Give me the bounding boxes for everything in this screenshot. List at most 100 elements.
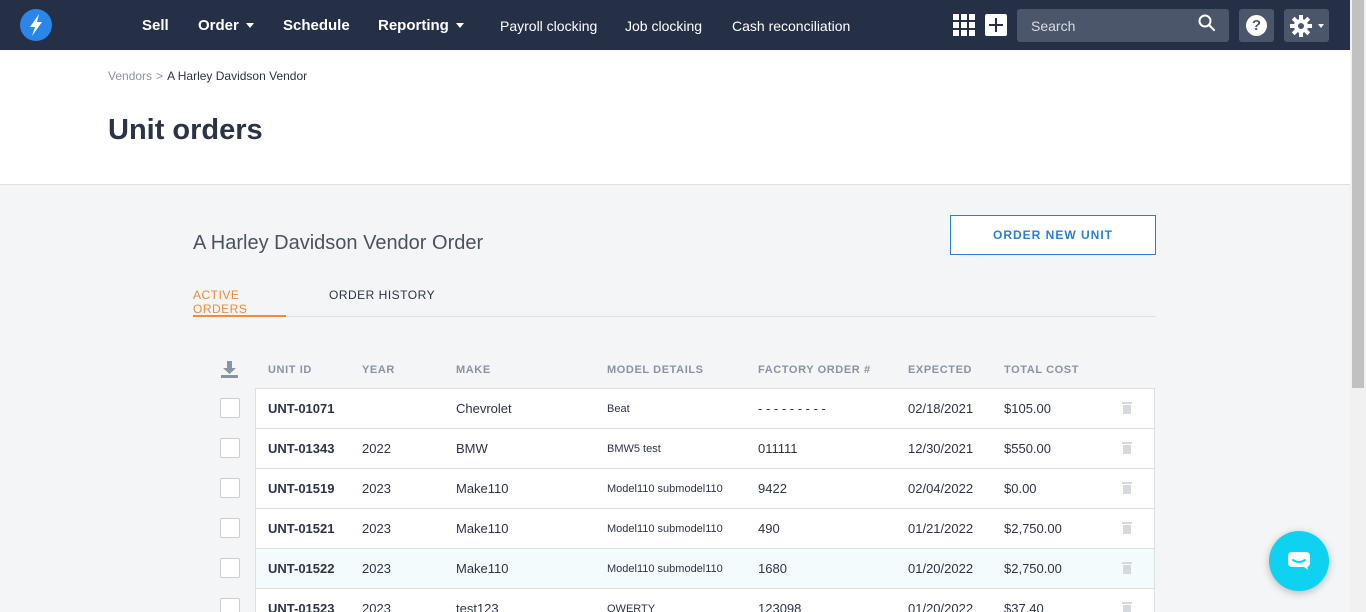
factory-order-cell: 1680: [758, 561, 787, 576]
factory-order-cell: 011111: [758, 441, 798, 456]
table-row[interactable]: UNT-01521 2023 Make110 Model110 submodel…: [256, 509, 1154, 549]
nav-schedule[interactable]: Schedule: [283, 0, 350, 50]
make-cell: Make110: [456, 521, 509, 536]
year-cell: 2023: [362, 561, 391, 576]
column-header-make[interactable]: MAKE: [456, 364, 491, 376]
expected-cell: 01/20/2022: [908, 601, 974, 612]
model-details-cell: Beat: [607, 403, 630, 415]
factory-order-cell: - - - - - - - - -: [758, 401, 826, 416]
column-header-year[interactable]: YEAR: [362, 364, 395, 376]
table-row[interactable]: UNT-01071 Chevrolet Beat - - - - - - - -…: [256, 389, 1154, 429]
unit-id-cell[interactable]: UNT-01521: [268, 509, 334, 549]
chevron-down-icon: [245, 23, 254, 28]
factory-order-cell: 9422: [758, 481, 787, 496]
breadcrumb-vendors-link[interactable]: Vendors: [108, 69, 152, 83]
apps-grid-icon[interactable]: [953, 14, 975, 36]
chevron-down-icon: [1318, 24, 1324, 28]
table-row[interactable]: UNT-01523 2023 test123 QWERTY 123098 01/…: [256, 589, 1154, 612]
model-details-cell: Model110 submodel110: [607, 483, 723, 495]
lightspeed-logo-icon[interactable]: [20, 9, 52, 41]
unit-id-cell[interactable]: UNT-01523: [268, 589, 334, 612]
expected-cell: 12/30/2021: [908, 441, 974, 456]
make-cell: Make110: [456, 561, 509, 576]
nav-sell[interactable]: Sell: [142, 0, 169, 50]
unit-id-cell[interactable]: UNT-01522: [268, 549, 334, 589]
download-icon[interactable]: [220, 360, 239, 379]
trash-icon[interactable]: [1122, 602, 1132, 612]
year-cell: 2022: [362, 441, 391, 456]
tab-order-history[interactable]: ORDER HISTORY: [329, 288, 435, 316]
gear-icon: [1290, 15, 1312, 37]
help-button[interactable]: ?: [1239, 9, 1274, 42]
total-cost-cell: $37.40: [1004, 601, 1044, 612]
factory-order-cell: 123098: [758, 601, 802, 612]
row-checkbox[interactable]: [220, 558, 240, 578]
table-row[interactable]: UNT-01519 2023 Make110 Model110 submodel…: [256, 469, 1154, 509]
nav-payroll-clocking[interactable]: Payroll clocking: [500, 0, 597, 50]
model-details-cell: Model110 submodel110: [607, 563, 723, 575]
make-cell: Make110: [456, 481, 509, 496]
nav-cash-reconciliation[interactable]: Cash reconciliation: [732, 0, 850, 50]
model-details-cell: Model110 submodel110: [607, 523, 723, 535]
total-cost-cell: $550.00: [1004, 441, 1051, 456]
add-plus-icon[interactable]: [985, 14, 1007, 36]
page-title: Unit orders: [108, 114, 263, 146]
top-navigation: Sell Order Schedule Reporting Payroll cl…: [0, 0, 1350, 50]
row-checkbox[interactable]: [220, 478, 240, 498]
unit-id-cell[interactable]: UNT-01519: [268, 469, 334, 509]
trash-icon[interactable]: [1122, 482, 1132, 494]
make-cell: Chevrolet: [456, 401, 512, 416]
unit-orders-table: UNT-01071 Chevrolet Beat - - - - - - - -…: [255, 388, 1155, 612]
table-row[interactable]: UNT-01343 2022 BMW BMW5 test 011111 12/3…: [256, 429, 1154, 469]
row-checkbox[interactable]: [220, 438, 240, 458]
column-header-unit-id[interactable]: UNIT ID: [268, 364, 312, 376]
column-header-factory-order[interactable]: FACTORY ORDER #: [758, 364, 871, 376]
unit-id-cell[interactable]: UNT-01071: [268, 389, 334, 429]
breadcrumb: Vendors > A Harley Davidson Vendor: [108, 69, 307, 83]
trash-icon[interactable]: [1122, 522, 1132, 534]
trash-icon[interactable]: [1122, 442, 1132, 454]
section-title: A Harley Davidson Vendor Order: [193, 232, 484, 254]
tab-active-orders[interactable]: ACTIVE ORDERS: [193, 288, 286, 317]
model-details-cell: BMW5 test: [607, 443, 661, 455]
year-cell: 2023: [362, 481, 391, 496]
unit-id-cell[interactable]: UNT-01343: [268, 429, 334, 469]
order-tabs: ACTIVE ORDERS ORDER HISTORY: [193, 288, 1156, 317]
column-header-total-cost[interactable]: TOTAL COST: [1004, 364, 1079, 376]
chat-bubble-icon: [1288, 552, 1310, 570]
make-cell: BMW: [456, 441, 488, 456]
order-new-unit-button[interactable]: ORDER NEW UNIT: [950, 215, 1156, 255]
total-cost-cell: $2,750.00: [1004, 521, 1062, 536]
row-checkbox[interactable]: [220, 518, 240, 538]
expected-cell: 01/21/2022: [908, 521, 974, 536]
row-checkbox[interactable]: [220, 398, 240, 418]
search-input[interactable]: [1017, 9, 1197, 42]
scrollbar-thumb[interactable]: [1352, 0, 1364, 388]
factory-order-cell: 490: [758, 521, 780, 536]
row-checkbox[interactable]: [220, 598, 240, 612]
table-row[interactable]: UNT-01522 2023 Make110 Model110 submodel…: [256, 549, 1154, 589]
nav-reporting[interactable]: Reporting: [378, 0, 464, 50]
nav-sell-label: Sell: [142, 17, 169, 34]
column-header-expected[interactable]: EXPECTED: [908, 364, 972, 376]
nav-order-label: Order: [198, 17, 239, 34]
trash-icon[interactable]: [1122, 562, 1132, 574]
expected-cell: 01/20/2022: [908, 561, 974, 576]
make-cell: test123: [456, 601, 499, 612]
search-icon[interactable]: [1198, 14, 1216, 32]
chevron-down-icon: [455, 23, 464, 28]
nav-schedule-label: Schedule: [283, 17, 350, 34]
column-header-model-details[interactable]: MODEL DETAILS: [607, 364, 704, 376]
breadcrumb-current: A Harley Davidson Vendor: [167, 69, 308, 83]
nav-order[interactable]: Order: [198, 0, 254, 50]
breadcrumb-separator: >: [156, 69, 164, 83]
year-cell: 2023: [362, 521, 391, 536]
settings-button[interactable]: [1284, 9, 1329, 42]
total-cost-cell: $0.00: [1004, 481, 1037, 496]
help-icon: ?: [1246, 15, 1267, 36]
expected-cell: 02/18/2021: [908, 401, 974, 416]
chat-launcher-button[interactable]: [1269, 531, 1329, 591]
nav-job-clocking[interactable]: Job clocking: [625, 0, 702, 50]
trash-icon[interactable]: [1122, 402, 1132, 414]
year-cell: 2023: [362, 601, 391, 612]
